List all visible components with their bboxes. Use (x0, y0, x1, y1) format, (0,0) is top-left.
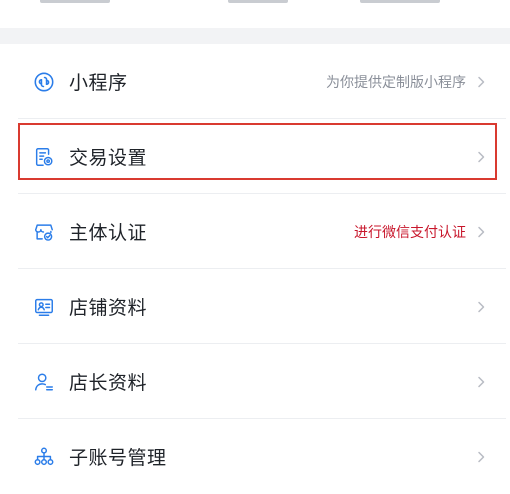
menu-item-entity-verification[interactable]: 主体认证 进行微信支付认证 (0, 194, 510, 269)
manager-profile-icon (33, 371, 55, 393)
chevron-right-icon (474, 375, 488, 389)
cropped-fragment (40, 0, 110, 3)
menu-item-sub-account-management[interactable]: 子账号管理 (0, 419, 510, 494)
menu-item-store-profile[interactable]: 店铺资料 (0, 269, 510, 344)
chevron-right-icon (474, 450, 488, 464)
store-profile-icon (33, 296, 55, 318)
mini-program-icon (33, 71, 55, 93)
section-gap (0, 28, 510, 44)
menu-item-label: 主体认证 (69, 222, 148, 244)
menu-item-hint: 为你提供定制版小程序 (326, 74, 466, 91)
entity-verification-icon (33, 221, 55, 243)
settings-menu: 小程序 为你提供定制版小程序 交易设置 主体认证 进行微信支付认证 店铺资料 店… (0, 44, 510, 494)
cropped-fragment (360, 0, 440, 3)
top-cropped-area (0, 0, 510, 28)
chevron-right-icon (474, 75, 488, 89)
menu-item-label: 店长资料 (69, 372, 148, 394)
menu-item-transaction-settings[interactable]: 交易设置 (0, 119, 510, 194)
menu-item-mini-program[interactable]: 小程序 为你提供定制版小程序 (0, 44, 510, 119)
cropped-fragment (228, 0, 288, 3)
transaction-settings-icon (33, 146, 55, 168)
chevron-right-icon (474, 150, 488, 164)
sub-account-icon (33, 446, 55, 468)
menu-item-manager-profile[interactable]: 店长资料 (0, 344, 510, 419)
menu-item-label: 子账号管理 (69, 447, 167, 469)
chevron-right-icon (474, 225, 488, 239)
menu-item-label: 交易设置 (69, 147, 148, 169)
menu-item-hint: 进行微信支付认证 (354, 224, 466, 241)
menu-item-label: 店铺资料 (69, 297, 148, 319)
menu-item-label: 小程序 (69, 72, 128, 94)
chevron-right-icon (474, 300, 488, 314)
